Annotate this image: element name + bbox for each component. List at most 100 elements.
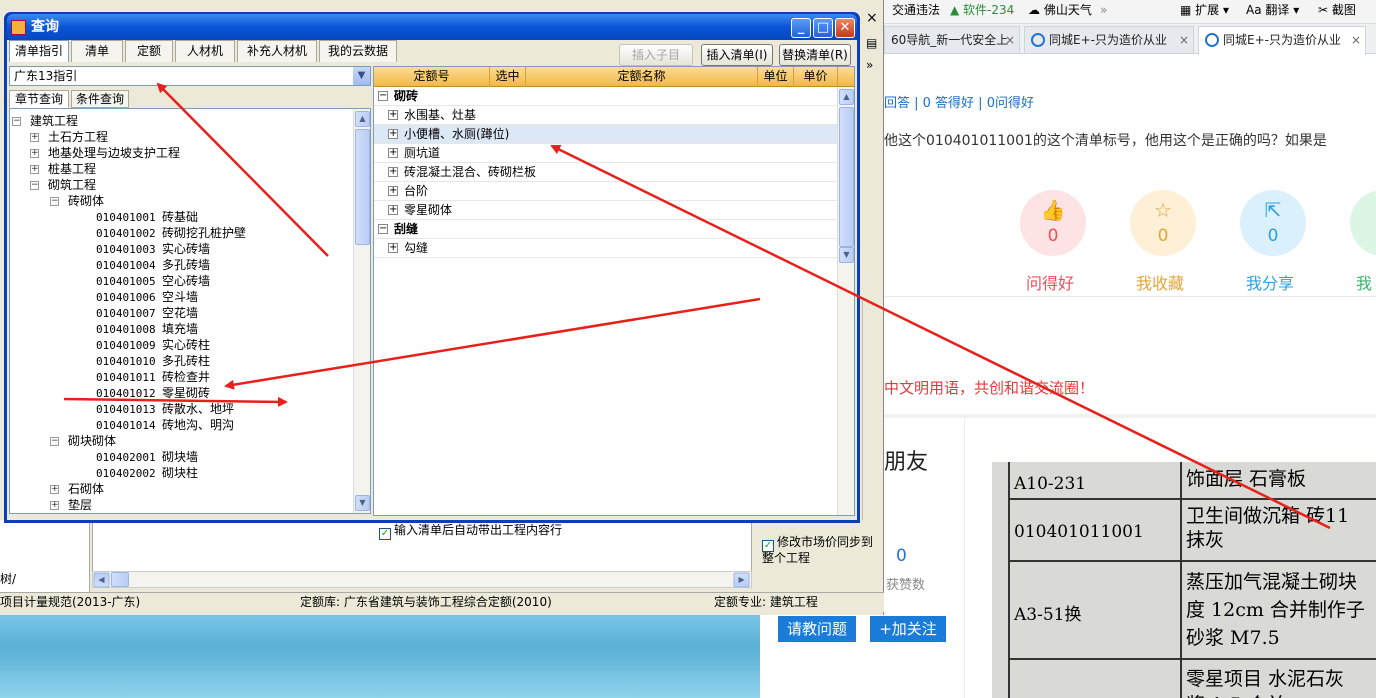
ask-question-button[interactable]: 请教问题	[778, 616, 856, 642]
expand-icon[interactable]: +	[388, 243, 398, 253]
like-question-button[interactable]: 👍 0	[1020, 190, 1086, 256]
col-selected[interactable]: 选中	[490, 67, 526, 87]
expand-icon[interactable]: +	[388, 129, 398, 139]
close-icon[interactable]: ✕	[835, 18, 855, 38]
tab-chapter-query[interactable]: 章节查询	[9, 90, 69, 108]
expand-icon[interactable]: +	[50, 485, 59, 494]
tree-node[interactable]: 010401003 实心砖墙	[96, 241, 210, 257]
expand-icon[interactable]: +	[388, 205, 398, 215]
bookmark-more[interactable]: »	[1100, 0, 1107, 22]
tree-node[interactable]: 010401009 实心砖柱	[96, 337, 210, 353]
tab-tongcheng-1[interactable]: 同城E+-只为造价从业 ×	[1024, 26, 1194, 53]
tree-node[interactable]: 010401014 砖地沟、明沟	[96, 417, 234, 433]
collapse-icon[interactable]: −	[50, 197, 59, 206]
tab-list[interactable]: 清单	[71, 40, 123, 62]
expand-icon[interactable]: +	[388, 148, 398, 158]
tree-node[interactable]: + 石砌体	[50, 481, 104, 497]
tree-node[interactable]: 010402001 砌块墙	[96, 449, 198, 465]
tree-scrollbar[interactable]: ▲ ▼	[353, 109, 370, 513]
chevron-right-icon[interactable]: »	[866, 58, 873, 72]
tree-node[interactable]: 010401006 空斗墙	[96, 289, 198, 305]
bookmark-software[interactable]: ▲ 软件-234	[950, 0, 1014, 22]
expand-icon[interactable]: +	[30, 165, 39, 174]
fourth-action-button[interactable]: ✎	[1350, 190, 1376, 256]
scroll-up-icon[interactable]: ▲	[839, 89, 854, 105]
tree-node[interactable]: − 砌筑工程	[30, 177, 96, 193]
replace-list-button[interactable]: 替换清单(R)	[779, 44, 851, 66]
tree-node[interactable]: 010401010 多孔砖柱	[96, 353, 210, 369]
bookmark-weather[interactable]: ☁ 佛山天气	[1028, 0, 1092, 22]
tree-node[interactable]: − 砌块砌体	[50, 433, 116, 449]
tree-node[interactable]: 010401012 零星砌砖	[96, 385, 210, 401]
tree-node[interactable]: 010401004 多孔砖墙	[96, 257, 210, 273]
tree-node[interactable]: 010402002 砌块柱	[96, 465, 198, 481]
col-quota-no[interactable]: 定额号	[374, 67, 490, 87]
collapse-icon[interactable]: −	[30, 181, 39, 190]
grid-row[interactable]: + 厕坑道	[374, 144, 838, 163]
auto-bring-option[interactable]: ✓ 输入清单后自动带出工程内容行	[373, 516, 855, 544]
checkbox-icon[interactable]: ✓	[379, 528, 391, 540]
horizontal-scrollbar[interactable]: ▲ ▲	[92, 571, 752, 588]
scroll-left-icon[interactable]: ▲	[93, 572, 110, 588]
grid-group-row[interactable]: − 刮缝	[374, 220, 838, 239]
scroll-down-icon[interactable]: ▼	[839, 247, 854, 263]
expand-icon[interactable]: +	[30, 149, 39, 158]
chevron-down-icon[interactable]: ▼	[353, 67, 370, 85]
col-quota-name[interactable]: 定额名称	[526, 67, 758, 87]
expand-icon[interactable]: +	[50, 501, 59, 510]
expand-icon[interactable]: +	[30, 133, 39, 142]
side-tab[interactable]: 树/	[0, 570, 30, 586]
tab-close-icon[interactable]: ×	[1351, 27, 1361, 53]
bookmark-traffic[interactable]: 交通违法	[892, 0, 940, 22]
grid-icon[interactable]: ▤	[866, 36, 877, 50]
expand-icon[interactable]: +	[388, 110, 398, 120]
tree-node[interactable]: − 砖砌体	[50, 193, 104, 209]
collapse-icon[interactable]: −	[378, 91, 388, 101]
tab-quota[interactable]: 定额	[125, 40, 173, 62]
tree-node[interactable]: 010401001 砖基础	[96, 209, 198, 225]
tab-360-nav[interactable]: 60导航_新一代安全上 ×	[884, 26, 1020, 53]
collapse-icon[interactable]: −	[378, 224, 388, 234]
scroll-right-icon[interactable]: ▲	[733, 572, 750, 588]
follow-button[interactable]: +加关注	[870, 616, 946, 642]
tree-node[interactable]: 010401013 砖散水、地坪	[96, 401, 234, 417]
guide-select[interactable]: 广东13指引 ▼	[9, 66, 371, 86]
tree-node[interactable]: + 土石方工程	[30, 129, 108, 145]
scroll-thumb[interactable]	[355, 129, 370, 245]
grid-group-row[interactable]: − 砌砖	[374, 87, 838, 106]
extension-button[interactable]: ▦ 扩展 ▾	[1180, 0, 1229, 22]
tree-node[interactable]: 010401011 砖检查井	[96, 369, 210, 385]
tree-node[interactable]: 010401007 空花墙	[96, 305, 198, 321]
grid-row[interactable]: + 砖混凝土混合、砖砌栏板	[374, 163, 838, 182]
tab-close-icon[interactable]: ×	[1005, 27, 1015, 53]
dialog-titlebar[interactable]: 查询 _ □ ✕	[7, 14, 857, 40]
col-price[interactable]: 单价	[794, 67, 838, 87]
tree-node[interactable]: 010401008 填充墙	[96, 321, 198, 337]
scroll-thumb[interactable]	[111, 572, 129, 587]
grid-row[interactable]: + 小便槽、水厕(蹲位)	[374, 125, 838, 144]
expand-icon[interactable]: +	[388, 186, 398, 196]
tab-labor-material[interactable]: 人材机	[175, 40, 235, 62]
minimize-icon[interactable]: _	[791, 18, 811, 38]
tree-node[interactable]: 010401002 砖砌挖孔桩护壁	[96, 225, 246, 241]
tree-node[interactable]: + 垫层	[50, 497, 92, 513]
insert-list-button[interactable]: 插入清单(I)	[701, 44, 773, 66]
grid-row[interactable]: + 水围基、灶基	[374, 106, 838, 125]
favorite-button[interactable]: ☆ 0	[1130, 190, 1196, 256]
tab-supplement-material[interactable]: 补充人材机	[237, 40, 317, 62]
translate-button[interactable]: Aa 翻译 ▾	[1246, 0, 1299, 22]
tab-close-icon[interactable]: ×	[1179, 27, 1189, 53]
tab-cloud-data[interactable]: 我的云数据	[319, 40, 397, 62]
insert-child-button[interactable]: 插入子目	[619, 44, 693, 66]
tree-node[interactable]: + 桩基工程	[30, 161, 96, 177]
tab-tongcheng-active[interactable]: 同城E+-只为造价从业 ×	[1198, 26, 1366, 55]
scroll-down-icon[interactable]: ▼	[355, 495, 370, 511]
grid-scrollbar[interactable]: ▲ ▼	[837, 87, 854, 515]
scroll-up-icon[interactable]: ▲	[355, 111, 370, 127]
grid-row[interactable]: + 勾缝	[374, 239, 838, 258]
maximize-icon[interactable]: □	[813, 18, 833, 38]
share-button[interactable]: ⇱ 0	[1240, 190, 1306, 256]
tree-node[interactable]: 010401005 空心砖墙	[96, 273, 210, 289]
screenshot-button[interactable]: ✂ 截图	[1318, 0, 1356, 22]
grid-row[interactable]: + 零星砌体	[374, 201, 838, 220]
